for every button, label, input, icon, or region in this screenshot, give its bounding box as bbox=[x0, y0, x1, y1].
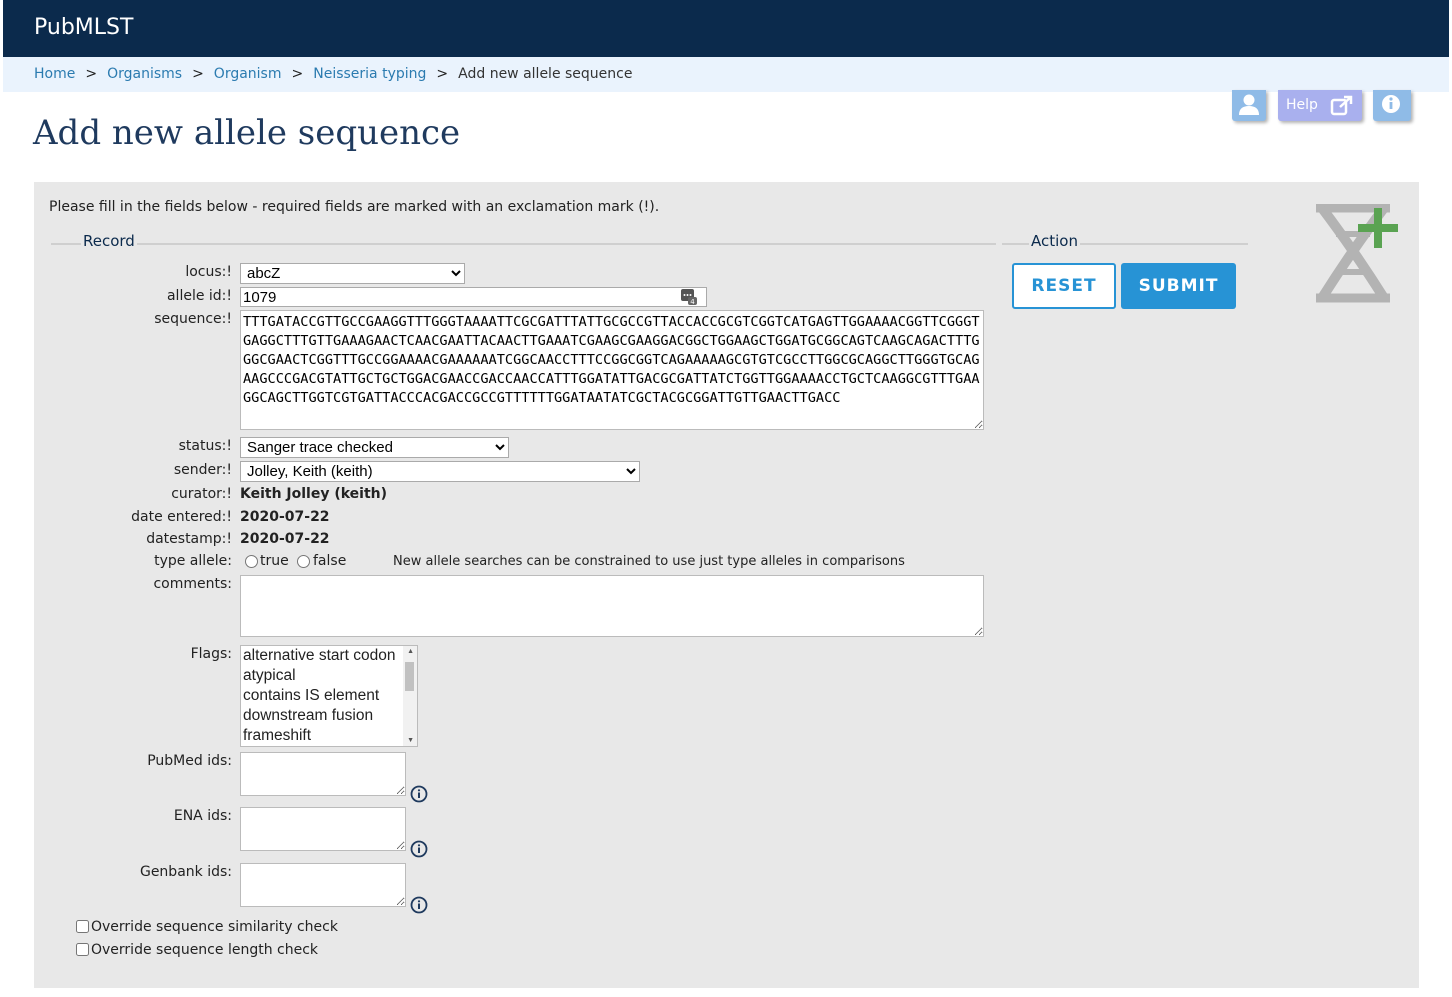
breadcrumb-separator: > bbox=[436, 66, 449, 82]
form-panel: Please fill in the fields below - requir… bbox=[34, 182, 1419, 988]
breadcrumb: Home > Organisms > Organism > Neisseria typing… bbox=[3, 57, 1449, 92]
type-allele-false-radio[interactable] bbox=[297, 555, 310, 568]
datestamp-value: 2020-07-22 bbox=[240, 531, 330, 547]
flags-label: Flags: bbox=[190, 646, 232, 662]
type-allele-true-radio[interactable] bbox=[245, 555, 258, 568]
curator-label: curator:! bbox=[171, 486, 232, 502]
status-select[interactable]: Sanger trace checked bbox=[240, 437, 509, 458]
genbank-label: Genbank ids: bbox=[139, 864, 232, 880]
info-button[interactable] bbox=[1373, 90, 1411, 121]
status-label: status:! bbox=[178, 438, 232, 454]
breadcrumb-organisms[interactable]: Organisms bbox=[107, 66, 182, 82]
comments-label: comments: bbox=[153, 576, 232, 592]
breadcrumb-organism[interactable]: Organism bbox=[214, 66, 282, 82]
breadcrumb-separator: > bbox=[192, 66, 204, 82]
breadcrumb-separator: > bbox=[291, 66, 304, 82]
ena-textarea[interactable] bbox=[240, 807, 406, 851]
flag-option[interactable]: downstream fusion bbox=[241, 706, 417, 726]
help-button[interactable]: Help bbox=[1278, 90, 1362, 121]
sequence-textarea[interactable]: TTTGATACCGTTGCCGAAGGTTTGGGTAAAATTCGCGATT… bbox=[240, 310, 984, 430]
scroll-down-arrow-icon[interactable]: ▼ bbox=[407, 737, 414, 744]
submit-button[interactable]: SUBMIT bbox=[1121, 263, 1236, 309]
type-allele-hint: New allele searches can be constrained t… bbox=[393, 554, 905, 569]
ena-info-icon[interactable] bbox=[410, 840, 428, 858]
locus-label: locus:! bbox=[185, 264, 232, 280]
sender-select[interactable]: Jolley, Keith (keith) bbox=[240, 461, 640, 482]
override-length-label: Override sequence length check bbox=[91, 942, 319, 958]
curator-value: Keith Jolley (keith) bbox=[240, 486, 388, 502]
intro-text: Please fill in the fields below - requir… bbox=[49, 199, 660, 215]
external-link-icon bbox=[1330, 95, 1353, 116]
sender-label: sender:! bbox=[173, 462, 232, 478]
type-allele-true-label: true bbox=[260, 553, 289, 569]
pubmed-info-icon[interactable] bbox=[410, 785, 428, 803]
override-similarity-label: Override sequence similarity check bbox=[91, 919, 338, 935]
record-fieldset-line bbox=[51, 243, 996, 245]
date-entered-label: date entered:! bbox=[131, 509, 232, 525]
flags-listbox[interactable]: alternative start codon atypical contain… bbox=[240, 645, 418, 747]
allele-id-input[interactable] bbox=[240, 287, 707, 307]
comments-textarea[interactable] bbox=[240, 575, 984, 637]
genbank-textarea[interactable] bbox=[240, 863, 406, 907]
pubmed-label: PubMed ids: bbox=[147, 753, 232, 769]
date-entered-value: 2020-07-22 bbox=[240, 509, 330, 525]
scroll-up-arrow-icon[interactable]: ▲ bbox=[407, 648, 414, 655]
dna-add-icon bbox=[1316, 204, 1398, 303]
datestamp-label: datestamp:! bbox=[146, 531, 232, 547]
allele-id-label: allele id:! bbox=[166, 288, 232, 304]
ena-label: ENA ids: bbox=[173, 808, 232, 824]
svg-text:4: 4 bbox=[690, 298, 695, 306]
flag-option[interactable]: contains IS element bbox=[241, 686, 417, 706]
locus-select[interactable]: abcZ bbox=[240, 263, 465, 284]
type-allele-label: type allele: bbox=[154, 553, 232, 569]
reset-button[interactable]: RESET bbox=[1012, 263, 1116, 309]
ellipsis-icon[interactable]: 4 bbox=[680, 288, 698, 306]
breadcrumb-home[interactable]: Home bbox=[34, 66, 75, 82]
page-title: Add new allele sequence bbox=[33, 113, 461, 153]
action-legend: Action bbox=[1029, 232, 1080, 250]
flag-option[interactable]: frameshift bbox=[241, 726, 417, 746]
override-length-checkbox[interactable] bbox=[76, 943, 89, 956]
breadcrumb-separator: > bbox=[85, 66, 98, 82]
flags-scrollbar[interactable]: ▲ ▼ bbox=[403, 646, 417, 746]
info-icon bbox=[1382, 95, 1400, 113]
override-similarity-checkbox[interactable] bbox=[76, 920, 89, 933]
breadcrumb-neisseria-typing[interactable]: Neisseria typing bbox=[313, 66, 426, 82]
help-label: Help bbox=[1286, 97, 1318, 113]
sequence-label: sequence:! bbox=[154, 311, 232, 327]
flag-option[interactable]: atypical bbox=[241, 666, 417, 686]
user-button[interactable] bbox=[1232, 90, 1266, 121]
brand-logo[interactable]: PubMLST bbox=[34, 15, 133, 40]
top-bar: PubMLST bbox=[3, 0, 1449, 57]
user-icon bbox=[1239, 94, 1259, 115]
record-legend: Record bbox=[81, 232, 137, 250]
flag-option[interactable]: alternative start codon bbox=[241, 646, 417, 666]
pubmed-textarea[interactable] bbox=[240, 752, 406, 796]
flags-scroll-thumb[interactable] bbox=[405, 662, 414, 691]
type-allele-false-label: false bbox=[313, 553, 347, 569]
breadcrumb-current: Add new allele sequence bbox=[458, 66, 633, 82]
genbank-info-icon[interactable] bbox=[410, 896, 428, 914]
